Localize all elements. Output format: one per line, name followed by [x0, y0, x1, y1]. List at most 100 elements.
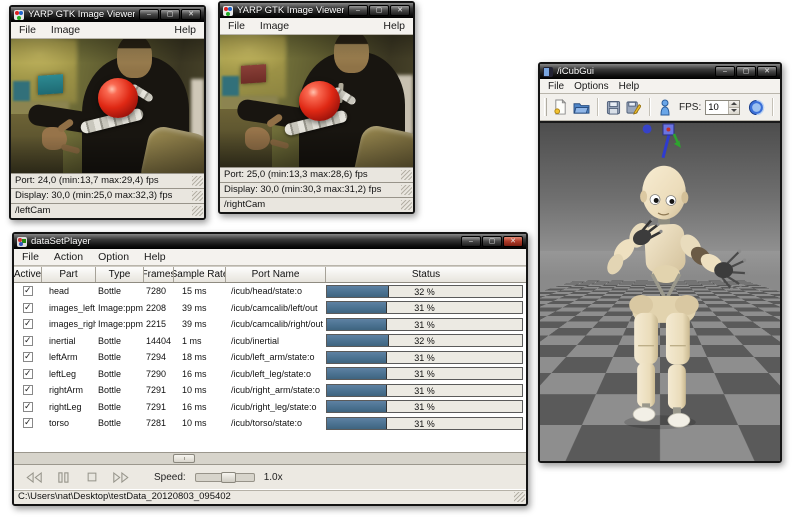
menu-file[interactable]: File [548, 81, 564, 92]
col-type[interactable]: Type [96, 267, 144, 282]
menu-image[interactable]: Image [260, 20, 289, 32]
menu-file[interactable]: File [22, 251, 39, 263]
port-cell: /icub/right_leg/state:o [226, 402, 326, 412]
close-button[interactable]: ✕ [390, 5, 410, 16]
save-button[interactable] [605, 97, 621, 118]
rewind-button[interactable] [24, 469, 44, 485]
speed-slider[interactable] [195, 473, 255, 482]
menu-action[interactable]: Action [54, 251, 83, 263]
maximize-button[interactable]: ▢ [482, 236, 502, 247]
active-checkbox[interactable] [23, 369, 33, 379]
robot-figure-button[interactable] [657, 97, 673, 118]
menu-options[interactable]: Options [574, 81, 608, 92]
menu-help[interactable]: Help [144, 251, 166, 263]
table-row-torso[interactable]: torso Bottle 7281 10 ms /icub/torso/stat… [14, 415, 526, 432]
maximize-button[interactable]: ▢ [736, 66, 756, 77]
maximize-button[interactable]: ▢ [160, 9, 180, 20]
col-sample-rate[interactable]: Sample Rate [174, 267, 226, 282]
speed-handle[interactable] [221, 472, 236, 483]
resize-grip-icon[interactable] [401, 185, 412, 195]
fast-forward-button[interactable] [111, 469, 131, 485]
resize-grip-icon[interactable] [192, 176, 203, 186]
table-row-images-left[interactable]: images_left Image:ppm 2208 39 ms /icub/c… [14, 300, 526, 317]
frames-cell: 7294 [144, 352, 174, 362]
table-row-head[interactable]: head Bottle 7280 15 ms /icub/head/state:… [14, 283, 526, 300]
resize-grip-icon[interactable] [401, 170, 412, 180]
table-row-rightarm[interactable]: rightArm Bottle 7291 10 ms /icub/right_a… [14, 382, 526, 399]
col-port-name[interactable]: Port Name [226, 267, 326, 282]
window-title: dataSetPlayer [31, 234, 457, 249]
new-file-button[interactable] [553, 97, 569, 118]
globe-button[interactable] [748, 97, 765, 118]
table-row-inertial[interactable]: inertial Bottle 14404 1 ms /icub/inertia… [14, 333, 526, 350]
menu-file[interactable]: File [19, 24, 36, 36]
active-checkbox[interactable] [23, 319, 33, 329]
col-frames[interactable]: Frames [144, 267, 174, 282]
resize-grip-icon[interactable] [192, 206, 203, 216]
datasetplayer-app-icon [17, 237, 27, 247]
stop-icon [86, 471, 98, 483]
window-datasetplayer: dataSetPlayer – ▢ ✕ File Action Option H… [12, 232, 528, 506]
active-checkbox[interactable] [23, 402, 33, 412]
menu-help[interactable]: Help [619, 81, 640, 92]
active-checkbox[interactable] [23, 303, 33, 313]
titlebar[interactable]: /iCubGui – ▢ ✕ [540, 64, 780, 79]
save-icon [606, 100, 621, 115]
close-button[interactable]: ✕ [757, 66, 777, 77]
titlebar[interactable]: YARP GTK Image Viewer – ▢ ✕ [11, 7, 204, 22]
col-status[interactable]: Status [326, 267, 526, 282]
status-progressbar: 31 % [326, 400, 523, 413]
close-button[interactable]: ✕ [503, 236, 523, 247]
minimize-button[interactable]: – [715, 66, 735, 77]
minimize-button[interactable]: – [348, 5, 368, 16]
window-title: YARP GTK Image Viewer [28, 7, 135, 22]
active-checkbox[interactable] [23, 336, 33, 346]
type-cell: Image:ppm [96, 303, 144, 313]
stop-button[interactable] [82, 469, 102, 485]
col-active[interactable]: Active [14, 267, 42, 282]
window-yarp-viewer-left: YARP GTK Image Viewer – ▢ ✕ File Image H… [9, 5, 206, 220]
table-row-leftleg[interactable]: leftLeg Bottle 7290 16 ms /icub/left_leg… [14, 366, 526, 383]
3d-viewport[interactable] [540, 121, 780, 461]
col-part[interactable]: Part [42, 267, 96, 282]
timeline-slider[interactable] [14, 452, 526, 465]
menu-help[interactable]: Help [383, 20, 405, 32]
active-checkbox[interactable] [23, 286, 33, 296]
table-row-leftarm[interactable]: leftArm Bottle 7294 18 ms /icub/left_arm… [14, 349, 526, 366]
open-file-button[interactable] [573, 97, 590, 118]
status-progressbar: 32 % [326, 285, 523, 298]
close-button[interactable]: ✕ [181, 9, 201, 20]
pause-button[interactable] [53, 469, 73, 485]
active-checkbox[interactable] [23, 385, 33, 395]
type-cell: Bottle [96, 286, 144, 296]
active-checkbox[interactable] [23, 418, 33, 428]
fps-input[interactable] [706, 101, 728, 114]
maximize-button[interactable]: ▢ [369, 5, 389, 16]
menu-image[interactable]: Image [51, 24, 80, 36]
status-port-fps: Port: 24,0 (min:13,7 max:29,4) fps [11, 173, 204, 188]
resize-grip-icon[interactable] [192, 191, 203, 201]
fps-spinbox [705, 100, 740, 115]
table-row-rightleg[interactable]: rightLeg Bottle 7291 16 ms /icub/right_l… [14, 399, 526, 416]
dataset-path: C:\Users\nat\Desktop\testData_20120803_0… [18, 491, 231, 502]
toolbar-grip[interactable] [544, 98, 547, 116]
active-checkbox[interactable] [23, 352, 33, 362]
menu-file[interactable]: File [228, 20, 245, 32]
resize-grip-icon[interactable] [401, 200, 412, 210]
yarp-logo-icon [223, 6, 233, 16]
frames-cell: 7291 [144, 402, 174, 412]
minimize-button[interactable]: – [139, 9, 159, 20]
menu-help[interactable]: Help [174, 24, 196, 36]
minimize-button[interactable]: – [461, 236, 481, 247]
save-as-button[interactable] [625, 97, 641, 118]
type-cell: Image:ppm [96, 319, 144, 329]
table-row-images-right[interactable]: images_right Image:ppm 2215 39 ms /icub/… [14, 316, 526, 333]
spin-down-icon[interactable] [729, 107, 739, 114]
resize-grip-icon[interactable] [514, 492, 525, 502]
titlebar[interactable]: YARP GTK Image Viewer – ▢ ✕ [220, 3, 413, 18]
menu-option[interactable]: Option [98, 251, 129, 263]
new-file-icon [553, 99, 568, 115]
timeline-handle[interactable] [173, 454, 195, 463]
window-title: YARP GTK Image Viewer [237, 3, 344, 18]
titlebar[interactable]: dataSetPlayer – ▢ ✕ [14, 234, 526, 249]
